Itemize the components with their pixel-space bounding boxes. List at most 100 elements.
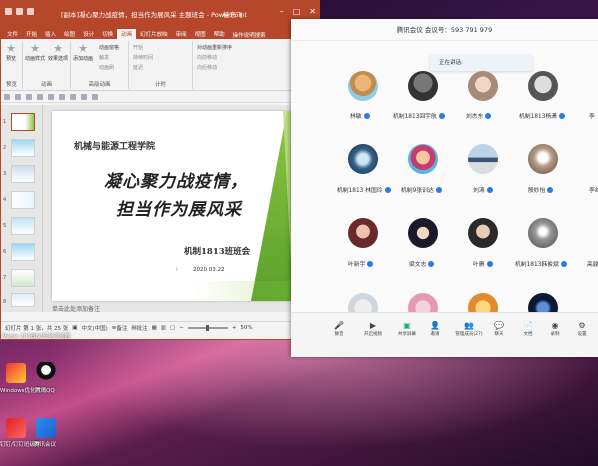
- notes-placeholder[interactable]: 单击此处添加备注: [52, 304, 100, 313]
- participant-avatar[interactable]: [528, 71, 558, 101]
- participant-avatar[interactable]: [528, 218, 558, 248]
- start-video-button[interactable]: ▶ 开启视频: [362, 321, 384, 337]
- participant-name: 机制1813杨潇: [519, 111, 565, 120]
- tab-review[interactable]: 审阅: [172, 29, 191, 39]
- animation-styles-button[interactable]: ★ 动画样式: [25, 43, 45, 63]
- reading-view-icon[interactable]: ▢: [170, 325, 175, 331]
- mute-button[interactable]: 🎤 静音: [328, 321, 350, 337]
- tab-home[interactable]: 开始: [22, 29, 41, 39]
- participant-avatar[interactable]: [348, 71, 378, 101]
- slide-class-meeting: 机制1813班班会: [184, 247, 251, 257]
- participant-avatar[interactable]: [348, 144, 378, 174]
- participant-avatar[interactable]: [348, 218, 378, 248]
- participant-avatar[interactable]: [408, 218, 438, 248]
- zoom-level[interactable]: 50%: [240, 325, 252, 331]
- invite-button[interactable]: 👤 邀请: [424, 321, 446, 337]
- slide-thumbnail[interactable]: [11, 269, 35, 287]
- slideshow-icon[interactable]: [37, 93, 43, 100]
- chat-button[interactable]: 💬 聊天: [488, 321, 510, 337]
- slide-decoration: [52, 281, 311, 301]
- trigger-button[interactable]: 触发: [99, 54, 109, 61]
- settings-icon: ⚙: [578, 321, 586, 330]
- invite-label: 邀请: [430, 332, 440, 337]
- font-icon[interactable]: [59, 93, 65, 100]
- maximize-icon[interactable]: □: [293, 7, 301, 16]
- effect-options-button[interactable]: ★ 效果选项: [48, 42, 68, 63]
- meeting-toolbar: 🎤 静音 ▶ 开启视频 ▣ 共享屏幕 👤 邀请 👥 管理成员(27) 💬 聊天 📄 文档 ◉ 录…: [291, 312, 598, 357]
- comments-button[interactable]: 批注: [137, 324, 148, 332]
- slide-thumbnails[interactable]: 1 2 3 4 5 6 7 8: [1, 105, 43, 312]
- tencent-meeting-icon[interactable]: [36, 418, 56, 438]
- slide-title-line2: 担当作为展风采: [116, 200, 242, 220]
- animation-pane-button[interactable]: 动画窗格: [99, 44, 119, 51]
- delay-field[interactable]: 延迟: [133, 64, 143, 71]
- dingtalk-class-icon[interactable]: [6, 418, 26, 438]
- share-screen-button[interactable]: ▣ 共享屏幕: [396, 321, 418, 337]
- participant-avatar[interactable]: [468, 144, 498, 174]
- manage-members-button[interactable]: 👥 管理成员(27): [454, 321, 484, 337]
- tab-transitions[interactable]: 切换: [98, 29, 117, 39]
- tab-design[interactable]: 设计: [79, 29, 98, 39]
- sorter-view-icon[interactable]: ▥: [161, 325, 166, 331]
- thumb-number: 2: [3, 145, 7, 151]
- zoom-out-icon[interactable]: −: [179, 325, 184, 331]
- close-icon[interactable]: ✕: [309, 7, 316, 16]
- animation-painter-button[interactable]: 动画刷: [99, 64, 114, 71]
- slide-thumbnail[interactable]: [11, 191, 35, 209]
- slide-thumbnail[interactable]: [11, 165, 35, 183]
- tab-help[interactable]: 帮助: [210, 29, 229, 39]
- align-icon[interactable]: [81, 93, 87, 100]
- settings-button[interactable]: ⚙ 设置: [571, 321, 593, 337]
- normal-view-icon[interactable]: ▦: [152, 325, 157, 331]
- undo-icon[interactable]: [16, 8, 23, 15]
- tab-draw[interactable]: 绘图: [60, 29, 79, 39]
- format-icon[interactable]: [48, 93, 54, 100]
- save-icon[interactable]: [5, 8, 12, 15]
- tab-slideshow[interactable]: 幻灯片放映: [136, 29, 172, 39]
- zoom-slider[interactable]: [187, 324, 228, 331]
- qq-icon[interactable]: [36, 362, 56, 382]
- zoom-in-icon[interactable]: +: [232, 325, 237, 331]
- participant-avatar[interactable]: [468, 71, 498, 101]
- minimize-icon[interactable]: –: [280, 7, 284, 16]
- participant-avatar[interactable]: [468, 218, 498, 248]
- slide-thumbnail[interactable]: [11, 293, 35, 307]
- slide-canvas[interactable]: 机械与能源工程学院 凝心聚力战疫情， 担当作为展风采 机制1813班班会 ⁞ 2…: [52, 111, 311, 301]
- windows-optimizer-icon[interactable]: [6, 363, 26, 383]
- add-animation-button[interactable]: ★ 添加动画: [73, 43, 93, 63]
- redo-icon[interactable]: [26, 93, 32, 100]
- slide-thumbnail[interactable]: [11, 139, 35, 157]
- tab-insert[interactable]: 插入: [41, 29, 60, 39]
- record-button[interactable]: ◉ 录制: [544, 321, 566, 337]
- move-later-button[interactable]: 向后移动: [197, 64, 217, 71]
- participant-avatar[interactable]: [408, 144, 438, 174]
- preview-button[interactable]: ★ 预览: [5, 43, 17, 63]
- quick-access-toolbar[interactable]: [5, 8, 45, 18]
- participant-avatar[interactable]: [528, 144, 558, 174]
- start-field[interactable]: 开始: [133, 44, 143, 51]
- participant-avatar[interactable]: [408, 71, 438, 101]
- mic-badge-icon: [547, 186, 554, 193]
- documents-button[interactable]: 📄 文档: [517, 321, 539, 337]
- tab-animations[interactable]: 动画: [117, 29, 137, 39]
- save-icon[interactable]: [4, 93, 10, 100]
- text-icon[interactable]: [92, 93, 98, 100]
- duration-field[interactable]: 持续时间: [133, 54, 153, 61]
- slide-thumbnail[interactable]: [11, 243, 35, 261]
- redo-icon[interactable]: [27, 8, 34, 15]
- language[interactable]: 中文(中国): [81, 324, 107, 332]
- shape-icon[interactable]: [70, 93, 76, 100]
- tab-file[interactable]: 文件: [3, 29, 22, 39]
- spellcheck-icon[interactable]: ▣: [72, 325, 77, 331]
- tab-view[interactable]: 视图: [191, 29, 210, 39]
- undo-icon[interactable]: [15, 93, 21, 100]
- tell-me-search[interactable]: 操作说明搜索: [233, 31, 266, 39]
- slide-thumbnail[interactable]: [11, 113, 35, 131]
- settings-label: 设置: [577, 332, 587, 337]
- move-earlier-button[interactable]: 向前移动: [197, 54, 217, 61]
- user-name[interactable]: 桂东飞: [223, 9, 243, 19]
- slide-thumbnail[interactable]: [11, 217, 35, 235]
- notes-button[interactable]: 备注: [116, 324, 127, 332]
- star-icon: ★: [53, 42, 63, 55]
- thumb-number: 4: [3, 197, 7, 203]
